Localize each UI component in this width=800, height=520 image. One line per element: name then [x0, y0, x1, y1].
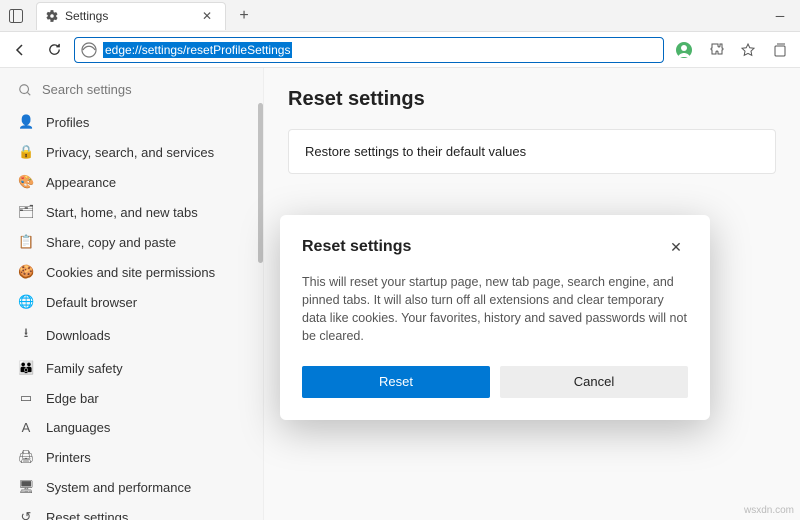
- sidebar-item-profiles[interactable]: 👤 Profiles: [0, 107, 263, 137]
- scrollbar-thumb[interactable]: [258, 103, 263, 263]
- sidebar-item-icon: 👪: [18, 360, 34, 376]
- sidebar-item-privacy-search-and-services[interactable]: 🔒 Privacy, search, and services: [0, 137, 263, 167]
- sidebar-item-label: Default browser: [46, 295, 137, 310]
- vertical-tabs-button[interactable]: [0, 0, 32, 32]
- sidebar-item-default-browser[interactable]: 🌐 Default browser: [0, 287, 263, 317]
- sidebar-item-label: Edge bar: [46, 391, 99, 406]
- sidebar-item-label: Printers: [46, 450, 91, 465]
- sidebar-item-icon: 🗂: [18, 204, 34, 220]
- sidebar-item-icon: 🍪: [18, 264, 34, 280]
- gear-icon: [45, 9, 59, 23]
- search-settings[interactable]: Search settings: [0, 76, 263, 107]
- sidebar-item-cookies-and-site-permissions[interactable]: 🍪 Cookies and site permissions: [0, 257, 263, 287]
- sidebar-item-icon: 📋: [18, 234, 34, 250]
- card-label: Restore settings to their default values: [305, 144, 526, 159]
- sidebar-item-label: Cookies and site permissions: [46, 265, 215, 280]
- page-title: Reset settings: [288, 88, 776, 111]
- dialog-close-button[interactable]: ✕: [664, 235, 688, 259]
- settings-sidebar: Search settings 👤 Profiles 🔒 Privacy, searc…: [0, 68, 264, 520]
- sidebar-item-icon: 🌐: [18, 294, 34, 310]
- sidebar-item-reset-settings[interactable]: ↺ Reset settings: [0, 502, 263, 520]
- sidebar-item-languages[interactable]: A Languages: [0, 413, 263, 442]
- reset-button[interactable]: Reset: [302, 366, 490, 398]
- search-icon: [18, 83, 32, 97]
- sidebar-item-label: Start, home, and new tabs: [46, 205, 198, 220]
- reset-settings-dialog: Reset settings ✕ This will reset your st…: [280, 215, 710, 420]
- star-icon: [740, 42, 756, 58]
- collections-button[interactable]: [766, 36, 794, 64]
- refresh-icon: [47, 42, 62, 57]
- sidebar-item-system-and-performance[interactable]: 🖥 System and performance: [0, 472, 263, 502]
- sidebar-item-icon: 🖥: [18, 479, 34, 495]
- search-placeholder: Search settings: [42, 82, 132, 97]
- sidebar-item-label: Appearance: [46, 175, 116, 190]
- vertical-tabs-icon: [9, 9, 23, 23]
- sidebar-item-icon: 🖨: [18, 449, 34, 465]
- back-button[interactable]: [6, 36, 34, 64]
- minimize-button[interactable]: ─: [760, 0, 800, 32]
- watermark: wsxdn.com: [744, 505, 794, 516]
- sidebar-item-downloads[interactable]: ⭳ Downloads: [0, 317, 263, 353]
- tab-close-button[interactable]: ✕: [197, 9, 217, 23]
- sidebar-item-edge-bar[interactable]: ▭ Edge bar: [0, 383, 263, 413]
- sidebar-item-icon: ↺: [18, 509, 34, 520]
- url-text: edge://settings/resetProfileSettings: [103, 42, 292, 58]
- profile-icon: [675, 41, 693, 59]
- sidebar-item-icon: A: [18, 420, 34, 435]
- profile-button[interactable]: [670, 36, 698, 64]
- sidebar-item-label: Privacy, search, and services: [46, 145, 214, 160]
- edge-logo-icon: [81, 42, 97, 58]
- sidebar-item-start-home-and-new-tabs[interactable]: 🗂 Start, home, and new tabs: [0, 197, 263, 227]
- tab-title: Settings: [65, 9, 197, 23]
- sidebar-item-printers[interactable]: 🖨 Printers: [0, 442, 263, 472]
- sidebar-item-icon: 🎨: [18, 174, 34, 190]
- favorites-button[interactable]: [734, 36, 762, 64]
- sidebar-item-label: Family safety: [46, 361, 123, 376]
- cancel-button[interactable]: Cancel: [500, 366, 688, 398]
- extensions-button[interactable]: [702, 36, 730, 64]
- sidebar-item-label: Profiles: [46, 115, 89, 130]
- sidebar-item-label: Reset settings: [46, 510, 128, 520]
- window-controls: ─: [760, 0, 800, 32]
- puzzle-icon: [708, 42, 724, 58]
- dialog-title: Reset settings: [302, 238, 411, 256]
- refresh-button[interactable]: [40, 36, 68, 64]
- collections-icon: [772, 42, 788, 58]
- sidebar-item-icon: ▭: [18, 390, 34, 406]
- address-bar[interactable]: edge://settings/resetProfileSettings: [74, 37, 664, 63]
- sidebar-item-icon: ⭳: [18, 324, 34, 346]
- arrow-left-icon: [12, 42, 28, 58]
- sidebar-item-icon: 🔒: [18, 144, 34, 160]
- new-tab-button[interactable]: +: [230, 2, 258, 30]
- sidebar-item-label: Languages: [46, 420, 110, 435]
- sidebar-item-share-copy-and-paste[interactable]: 📋 Share, copy and paste: [0, 227, 263, 257]
- sidebar-item-family-safety[interactable]: 👪 Family safety: [0, 353, 263, 383]
- sidebar-item-label: Downloads: [46, 328, 110, 343]
- dialog-body: This will reset your startup page, new t…: [302, 273, 688, 346]
- browser-tab[interactable]: Settings ✕: [36, 2, 226, 30]
- sidebar-item-label: System and performance: [46, 480, 191, 495]
- sidebar-item-icon: 👤: [18, 114, 34, 130]
- titlebar: Settings ✕ + ─: [0, 0, 800, 32]
- restore-defaults-card[interactable]: Restore settings to their default values: [288, 129, 776, 174]
- sidebar-item-label: Share, copy and paste: [46, 235, 176, 250]
- sidebar-item-appearance[interactable]: 🎨 Appearance: [0, 167, 263, 197]
- toolbar: edge://settings/resetProfileSettings: [0, 32, 800, 68]
